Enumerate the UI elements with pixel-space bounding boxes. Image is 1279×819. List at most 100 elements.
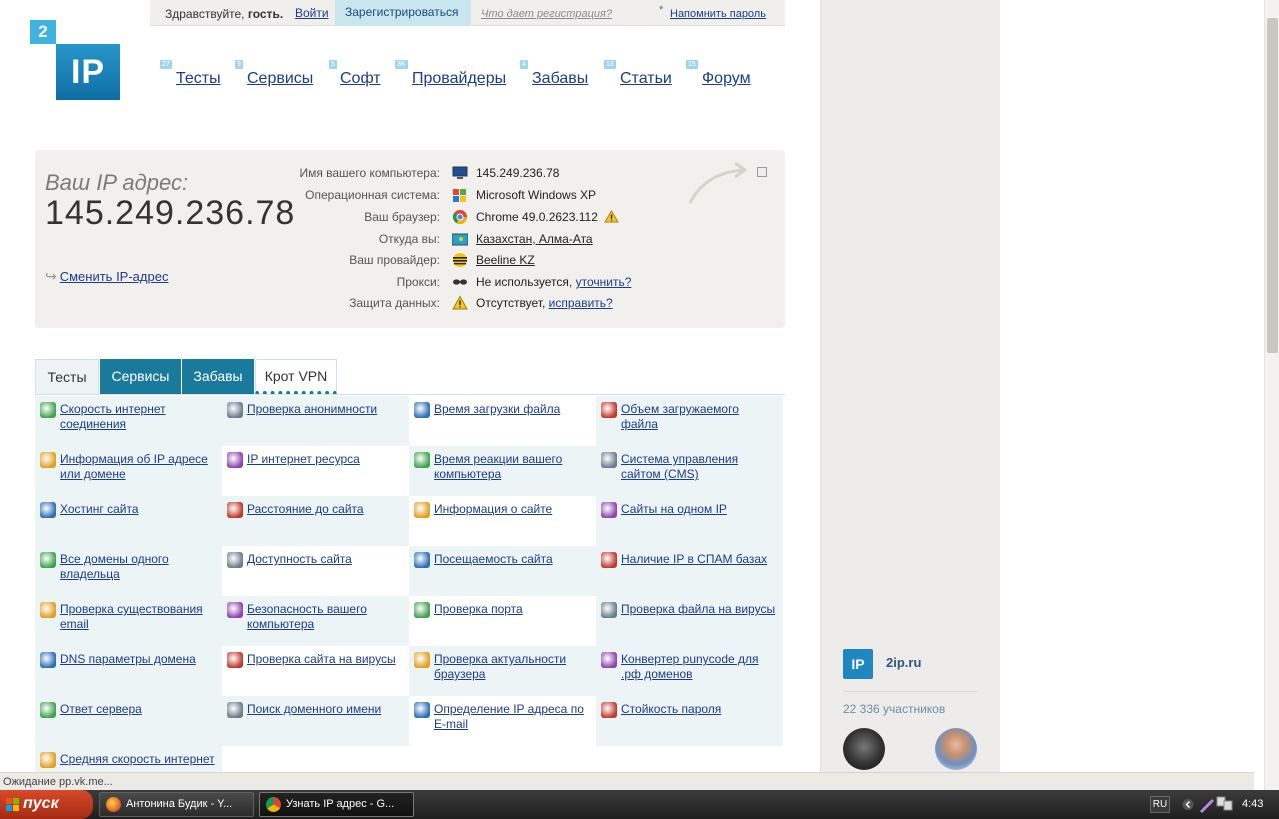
service-icon	[414, 702, 430, 718]
nav-link-providers[interactable]: Провайдеры	[412, 70, 506, 88]
member-avatar[interactable]	[843, 728, 885, 770]
tab-fun[interactable]: Забавы	[182, 359, 254, 395]
service-link[interactable]: Проверка существования email	[60, 602, 218, 632]
service-link[interactable]: Информация об IP адресе или домене	[60, 452, 218, 482]
community-logo[interactable]: IP	[843, 649, 873, 679]
community-name[interactable]: 2ip.ru	[886, 655, 921, 670]
service-icon	[601, 702, 617, 718]
service-cell: Безопасность вашего компьютера	[222, 596, 409, 646]
provider-link[interactable]: Beeline KZ	[476, 253, 535, 267]
login-link[interactable]: Войти	[295, 6, 329, 20]
service-link[interactable]: Хостинг сайта	[60, 502, 218, 517]
info-value: Microsoft Windows XP	[476, 188, 597, 202]
service-link[interactable]: Наличие IP в СПАМ базах	[621, 552, 779, 567]
nav-link-forum[interactable]: Форум	[702, 70, 751, 88]
start-label: пуск	[23, 795, 59, 812]
divider	[843, 691, 978, 692]
service-link[interactable]: Все домены одного владельца	[60, 552, 218, 582]
service-cell: Проверка актуальности браузера	[409, 646, 596, 696]
info-label: Защита данных:	[349, 296, 440, 310]
member-avatar[interactable]	[935, 728, 977, 770]
service-link[interactable]: Конвертер punycode для .рф доменов	[621, 652, 779, 682]
taskbar-item-firefox[interactable]: Антонина Будик - Y...	[99, 792, 254, 817]
what-registration-gives-link[interactable]: Что дает регистрация?	[481, 8, 612, 20]
page-scrollbar[interactable]	[1264, 0, 1279, 790]
service-link[interactable]: Проверка порта	[434, 602, 592, 617]
location-link[interactable]: Казахстан, Алма-Ата	[476, 232, 593, 246]
service-link[interactable]: Информация о сайте	[434, 502, 592, 517]
info-label: Ваш браузер:	[364, 210, 440, 224]
logo-2-badge[interactable]: 2	[30, 20, 56, 44]
info-value: Не используется, уточнить?	[476, 275, 632, 289]
service-icon	[40, 702, 56, 718]
service-link[interactable]: Проверка актуальности браузера	[434, 652, 592, 682]
panel-checkbox[interactable]	[757, 167, 767, 177]
service-link[interactable]: Ответ сервера	[60, 702, 218, 717]
chrome-icon	[452, 210, 467, 224]
scrollbar-thumb[interactable]	[1267, 18, 1278, 353]
service-link[interactable]: Скорость интернет соединения	[60, 402, 218, 432]
nav-link-tests[interactable]: Тесты	[176, 70, 221, 88]
service-cell: Ответ сервера	[35, 696, 222, 746]
tab-services[interactable]: Сервисы	[100, 359, 181, 395]
service-link[interactable]: Проверка файла на вирусы	[621, 602, 779, 617]
nav-link-soft[interactable]: Софт	[340, 70, 381, 88]
change-ip-link[interactable]: Сменить IP-адрес	[60, 269, 169, 284]
service-link[interactable]: Определение IP адреса по E-mail	[434, 702, 592, 732]
service-link[interactable]: Посещаемость сайта	[434, 552, 592, 567]
greeting-text: Здравствуйте, гость.	[165, 7, 284, 21]
tray-chevron-icon[interactable]	[1182, 798, 1194, 811]
service-link[interactable]: IP интернет ресурса	[247, 452, 405, 467]
browser-viewport: Здравствуйте, гость. Войти Зарегистриров…	[0, 0, 1279, 772]
service-link[interactable]: Время реакции вашего компьютера	[434, 452, 592, 482]
service-link[interactable]: Время загрузки файла	[434, 402, 592, 417]
service-link[interactable]: Безопасность вашего компьютера	[247, 602, 405, 632]
language-indicator[interactable]: RU	[1150, 796, 1170, 813]
nav-link-fun[interactable]: Забавы	[532, 70, 588, 88]
service-link[interactable]: Доступность сайта	[247, 552, 405, 567]
service-icon	[40, 552, 56, 568]
nav-count-badge: 5	[329, 60, 337, 69]
asterisk-mark: *	[659, 4, 664, 16]
service-icon	[40, 452, 56, 468]
tab-tests[interactable]: Тесты	[35, 359, 99, 395]
service-link[interactable]: Средняя скорость интернет	[60, 752, 218, 767]
service-cell: Доступность сайта	[222, 546, 409, 596]
fix-protection-link[interactable]: исправить?	[549, 296, 613, 310]
nav-link-articles[interactable]: Статьи	[620, 70, 672, 88]
info-value: 145.249.236.78	[476, 166, 560, 180]
warning-icon	[604, 210, 620, 223]
service-icon	[40, 402, 56, 418]
service-cell: Наличие IP в СПАМ базах	[596, 546, 783, 596]
windows-flag-icon	[6, 798, 19, 811]
service-link[interactable]: Проверка сайта на вирусы	[247, 652, 405, 667]
proxy-clarify-link[interactable]: уточнить?	[576, 275, 632, 289]
user-bar: Здравствуйте, гость. Войти Зарегистриров…	[150, 0, 785, 26]
service-icon	[227, 402, 243, 418]
register-button[interactable]: Зарегистрироваться	[335, 0, 471, 26]
service-link[interactable]: Система управления сайтом (CMS)	[621, 452, 779, 482]
service-link[interactable]: Объем загружаемого файла	[621, 402, 779, 432]
service-link[interactable]: Стойкость пароля	[621, 702, 779, 717]
site-logo[interactable]: IP	[56, 44, 120, 100]
nav-count-badge: 3K	[395, 60, 408, 69]
service-icon	[414, 502, 430, 518]
info-label: Прокси:	[396, 275, 440, 289]
remind-password-link[interactable]: Напомнить пароль	[670, 8, 766, 20]
service-icon	[414, 652, 430, 668]
taskbar-item-chrome[interactable]: Узнать IP адрес - G...	[259, 792, 414, 817]
nav-link-services[interactable]: Сервисы	[247, 70, 313, 88]
service-link[interactable]: Проверка анонимности	[247, 402, 405, 417]
network-tray-icon[interactable]	[1216, 795, 1234, 813]
service-link[interactable]: DNS параметры домена	[60, 652, 218, 667]
service-cell: Все домены одного владельца	[35, 546, 222, 596]
sunglasses-icon	[453, 279, 467, 285]
service-link[interactable]: Поиск доменного имени	[247, 702, 405, 717]
tab-krot-vpn[interactable]: Крот VPN	[255, 359, 337, 395]
service-link[interactable]: Расстояние до сайта	[247, 502, 405, 517]
pen-tray-icon[interactable]	[1198, 796, 1216, 813]
service-cell: Стойкость пароля	[596, 696, 783, 746]
tab-divider	[35, 394, 785, 395]
start-button[interactable]: пуск	[0, 790, 93, 819]
service-link[interactable]: Сайты на одном IP	[621, 502, 779, 517]
